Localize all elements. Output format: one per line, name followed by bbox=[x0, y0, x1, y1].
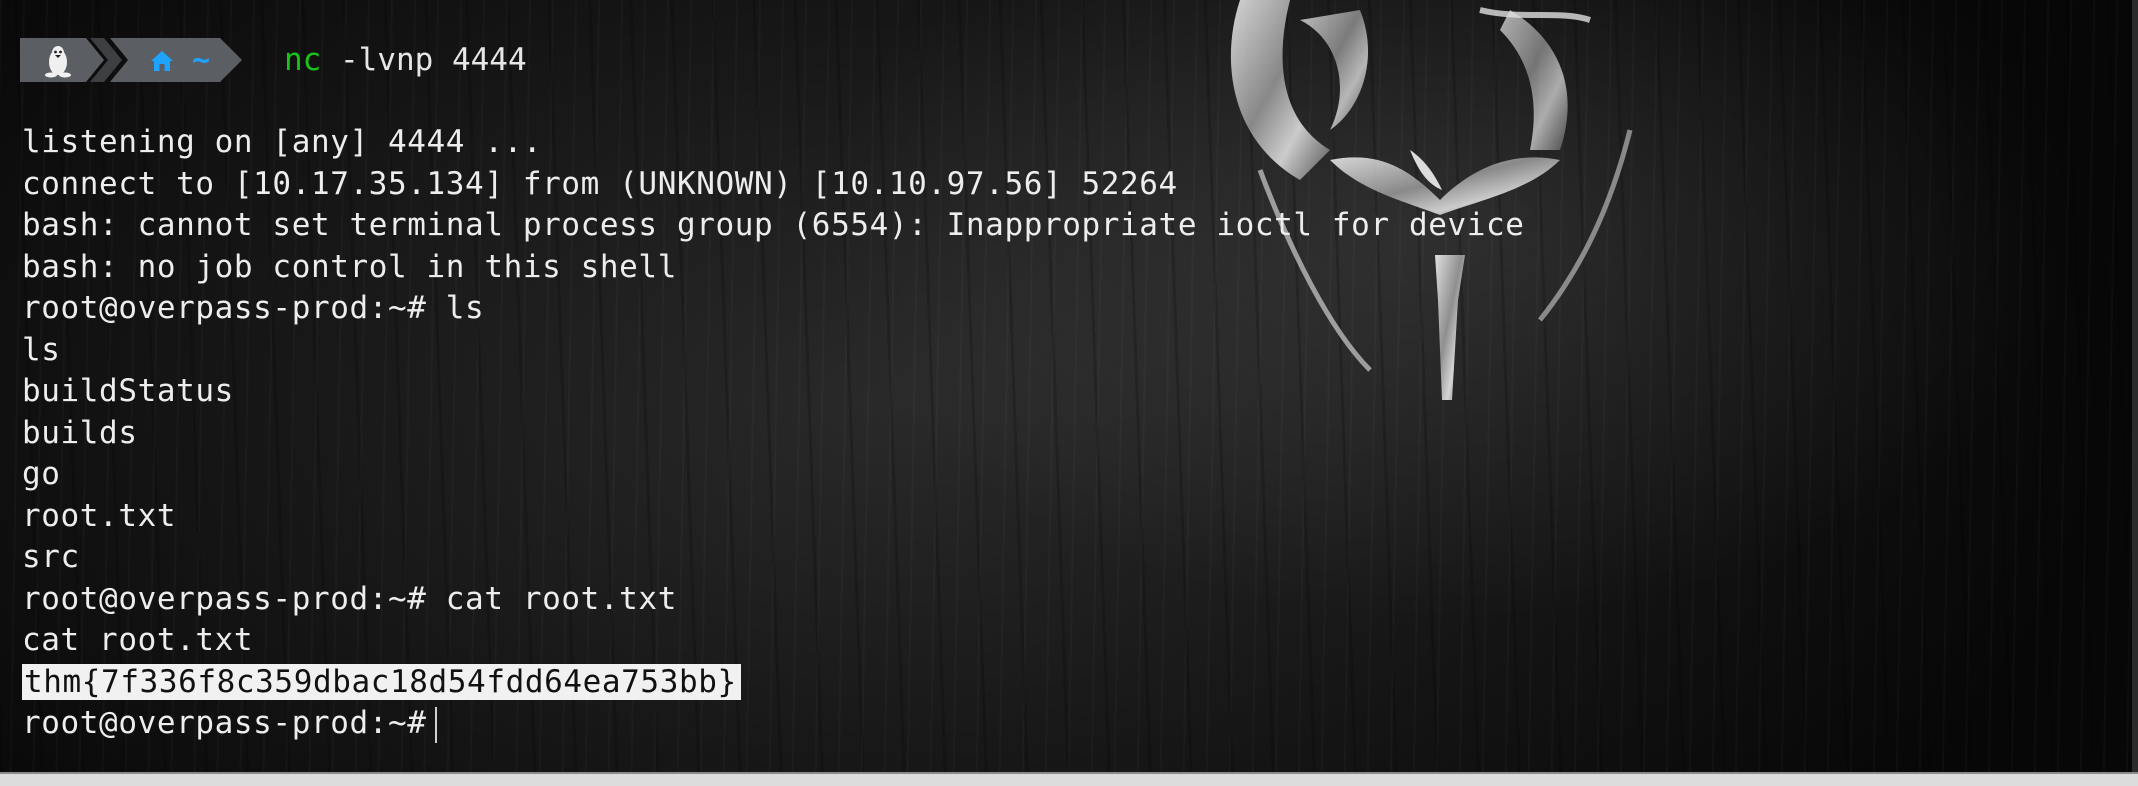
command-line[interactable]: nc -lvnp 4444 bbox=[284, 42, 527, 78]
window-right-edge bbox=[2132, 0, 2138, 772]
prompt-bar: ~ nc -lvnp 4444 bbox=[20, 38, 527, 82]
command-args: -lvnp 4444 bbox=[321, 42, 527, 78]
output-line: connect to [10.17.35.134] from (UNKNOWN)… bbox=[22, 165, 1178, 202]
current-prompt-line[interactable]: root@overpass-prod:~# bbox=[22, 703, 1525, 745]
output-line: bash: no job control in this shell bbox=[22, 248, 677, 285]
prompt-directory: ~ bbox=[192, 43, 211, 78]
output-line: root.txt bbox=[22, 497, 177, 534]
output-line: ls bbox=[22, 331, 61, 368]
terminal-output: listening on [any] 4444 ... connect to [… bbox=[22, 122, 1525, 745]
output-line: cat root.txt bbox=[22, 622, 254, 658]
output-line: root@overpass-prod:~# cat root.txt bbox=[22, 580, 677, 617]
home-icon bbox=[151, 51, 173, 71]
output-line: buildStatus bbox=[22, 373, 234, 409]
shell-prompt: root@overpass-prod:~# bbox=[22, 705, 427, 741]
command-name: nc bbox=[284, 42, 322, 78]
window-bottom-edge bbox=[0, 772, 2138, 786]
flag-line[interactable]: thm{7f336f8c359dbac18d54fdd64ea753bb} bbox=[22, 662, 1525, 704]
prompt-segments: ~ bbox=[20, 38, 242, 82]
output-line: root@overpass-prod:~# ls bbox=[22, 290, 485, 326]
output-line: go bbox=[22, 456, 61, 492]
output-line: builds bbox=[22, 414, 138, 451]
output-line: listening on [any] 4444 ... bbox=[22, 124, 543, 160]
terminal-window[interactable]: ~ nc -lvnp 4444 listening on [any] 4444 … bbox=[0, 0, 2138, 772]
selected-flag-text[interactable]: thm{7f336f8c359dbac18d54fdd64ea753bb} bbox=[22, 663, 741, 700]
output-line: bash: cannot set terminal process group … bbox=[22, 207, 1525, 243]
output-line: src bbox=[22, 539, 80, 575]
text-cursor bbox=[434, 706, 437, 743]
linux-tux-icon bbox=[45, 46, 71, 78]
